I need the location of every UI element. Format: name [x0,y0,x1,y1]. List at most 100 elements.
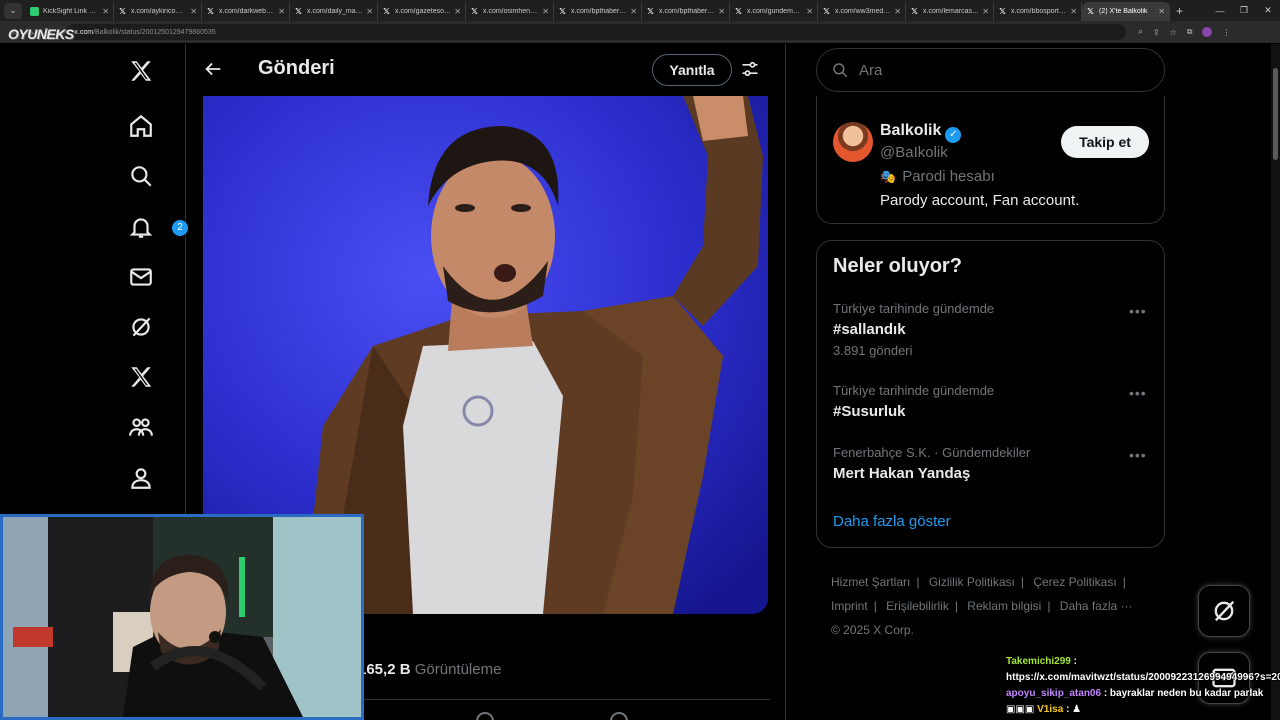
trend-item[interactable]: Türkiye tarihinde gündemde #sallandık 3.… [817,301,1164,381]
browser-tab[interactable]: 𝕏x.com/aykiricomtr/✕ [114,2,202,21]
more-options-icon[interactable]: ••• [1129,385,1147,401]
x-logo-icon: 𝕏 [559,7,566,16]
x-logo-icon: 𝕏 [207,7,214,16]
profile-bio: Parody account, Fan account. [880,192,1080,209]
close-icon[interactable]: ✕ [1070,7,1077,16]
x-logo-icon: 𝕏 [383,7,390,16]
x-logo-icon: 𝕏 [119,7,126,16]
browser-tab[interactable]: 𝕏x.com/gazetesozcu ✕ [378,2,466,21]
bookmark-star-icon[interactable]: ☆ [1170,28,1177,37]
footer-link[interactable]: Gizlilik Politikası [929,575,1015,589]
communities-icon[interactable] [126,412,156,442]
x-logo-icon: 𝕏 [735,7,742,16]
parody-mask-icon: 🎭 [880,169,897,184]
reply-button[interactable]: Yanıtla [652,54,732,86]
trend-context: Türkiye tarihinde gündemde [833,383,995,398]
close-icon[interactable]: ✕ [366,7,373,16]
close-icon[interactable]: ✕ [806,7,813,16]
footer-link[interactable]: Reklam bilgisi [967,599,1041,613]
profile-name-text: Balkolik [880,122,942,139]
menu-icon[interactable]: ⋮ [1222,28,1230,37]
footer-link[interactable]: Imprint [831,599,868,613]
browser-tab[interactable]: 𝕏x.com/bbosports/st ✕ [994,2,1082,21]
trend-context: Türkiye tarihinde gündemde [833,301,995,316]
browser-tab[interactable]: 𝕏x.com/bpthaber/sta ✕ [642,2,730,21]
chat-username: V1isa [1037,704,1064,715]
browser-tab-active[interactable]: 𝕏 (2) X'te Balkolik ✕ [1082,2,1170,21]
close-icon[interactable]: ✕ [454,7,461,16]
bookmark-icon[interactable] [610,712,628,720]
tab-title: x.com/bbosports/st [1011,8,1068,15]
tab-title: KickSight Link Dete [43,8,100,15]
zoom-icon[interactable]: ⌕ [1138,27,1142,37]
x-logo-icon[interactable] [126,56,156,86]
sliders-settings-icon[interactable] [740,59,760,79]
back-arrow-icon[interactable] [202,58,224,80]
trend-name: #sallandık [833,321,906,338]
extensions-icon[interactable]: ⧉ [1187,27,1193,37]
search-icon[interactable] [126,161,156,191]
footer-link[interactable]: Hizmet Şartları [831,575,910,589]
like-heart-icon[interactable] [476,712,494,720]
chat-message: apoyu_sikip_atan06 : bayraklar neden bu … [1006,686,1280,702]
browser-tab[interactable]: KickSight Link Dete ✕ [26,2,114,21]
search-icon [833,63,848,78]
search-bar[interactable] [816,48,1165,92]
follow-button[interactable]: Takip et [1061,126,1149,158]
close-icon[interactable]: ✕ [982,7,989,16]
close-icon[interactable]: ✕ [278,7,285,16]
minimize-icon[interactable]: — [1208,6,1232,16]
profile-name[interactable]: Balkolik ✓ [880,122,962,143]
tab-search-button[interactable]: ⌄ [4,2,22,19]
footer-more-link[interactable]: Daha fazla ··· [1060,599,1133,613]
chat-username: Takemichi299 [1006,656,1071,667]
close-window-icon[interactable]: ✕ [1256,5,1280,16]
notifications-bell-icon[interactable]: 2 [126,212,188,242]
premium-x-icon[interactable] [126,362,156,392]
search-input[interactable] [859,61,1139,79]
close-icon[interactable]: ✕ [894,7,901,16]
footer-link[interactable]: Erişilebilirlik [886,599,949,613]
browser-tab[interactable]: 𝕏x.com/bpthaber/sta ✕ [554,2,642,21]
chat-username: apoyu_sikip_atan06 [1006,688,1102,699]
tab-title: x.com/aykiricomtr/ [131,8,188,15]
more-options-icon[interactable]: ••• [1129,303,1147,319]
close-icon[interactable]: ✕ [630,7,637,16]
close-icon[interactable]: ✕ [718,7,725,16]
tab-title: x.com/bpthaber/sta [571,8,628,15]
new-tab-button[interactable]: + [1176,4,1183,18]
webcam-feed [3,517,361,717]
grok-floating-button[interactable] [1198,585,1250,637]
messages-mail-icon[interactable] [126,262,156,292]
trend-context: Fenerbahçe S.K. · Gündemdekiler [833,445,1031,460]
profile-avatar[interactable] [1202,27,1213,37]
grok-icon[interactable] [126,312,156,342]
close-icon[interactable]: ✕ [542,7,549,16]
footer-link[interactable]: Çerez Politikası [1033,575,1116,589]
share-icon[interactable]: ⇪ [1153,28,1160,37]
avatar[interactable] [833,122,873,162]
address-bar[interactable]: x.com/Balkolik/status/200125012947986053… [66,24,1127,40]
show-more-link[interactable]: Daha fazla göster [833,513,951,530]
close-icon[interactable]: ✕ [1158,7,1165,16]
browser-tab[interactable]: 𝕏x.com/darkwebhab ✕ [202,2,290,21]
profile-icon[interactable] [126,463,156,493]
x-logo-icon: 𝕏 [1087,7,1094,16]
browser-tab[interactable]: 𝕏x.com/gundemedair ✕ [730,2,818,21]
close-icon[interactable]: ✕ [190,7,197,16]
browser-tab[interactable]: 𝕏x.com/osimhenkap ✕ [466,2,554,21]
grok-icon [1214,600,1235,622]
chat-text: : [1073,656,1077,667]
scrollbar[interactable] [1271,44,1280,720]
close-icon[interactable]: ✕ [102,7,109,16]
kicksight-icon [30,7,39,16]
restore-icon[interactable]: ❐ [1232,5,1256,16]
chat-text: : ♟ [1066,704,1082,715]
browser-tab[interactable]: 𝕏x.com/lemarcaspor ✕ [906,2,994,21]
browser-tab[interactable]: 𝕏x.com/ww3mediau ✕ [818,2,906,21]
home-icon[interactable] [126,111,156,141]
more-options-icon[interactable]: ••• [1129,447,1147,463]
browser-tab[interactable]: 𝕏x.com/daily_magaz ✕ [290,2,378,21]
scrollbar-thumb[interactable] [1273,68,1278,160]
chat-message: ▣▣▣ V1isa : ♟ [1006,702,1280,718]
